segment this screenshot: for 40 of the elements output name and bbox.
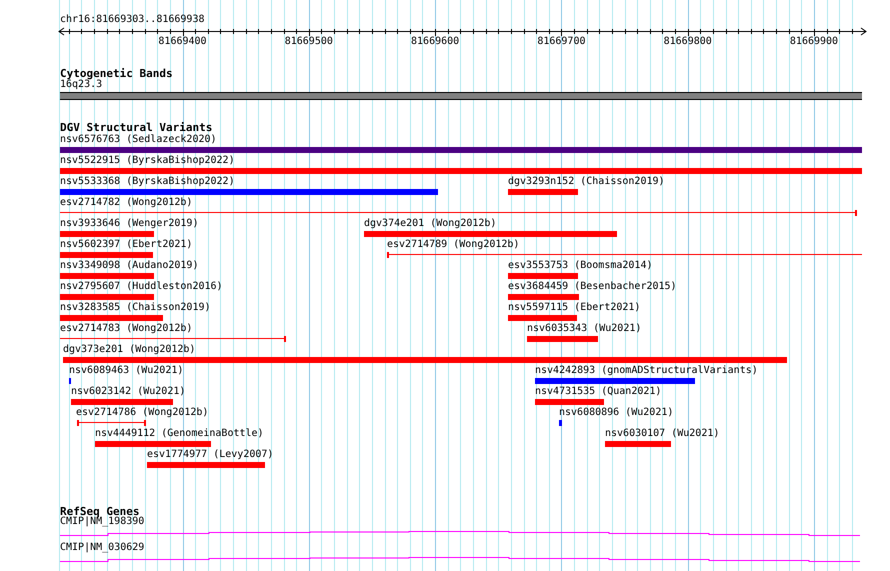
variant-label: esv2714786 (Wong2012b) xyxy=(76,407,208,419)
ruler-label: 81669800 xyxy=(664,36,712,48)
track-title: Cytogenetic Bands xyxy=(60,67,173,80)
band-label: 16q23.3 xyxy=(60,79,102,91)
variant-label: nsv6035343 (Wu2021) xyxy=(527,323,642,335)
variant-label: nsv6030107 (Wu2021) xyxy=(605,428,720,440)
variant-label: nsv6089463 (Wu2021) xyxy=(69,365,184,377)
track-title: DGV Structural Variants xyxy=(60,121,212,134)
variant-label: nsv5522915 (ByrskaBishop2022) xyxy=(60,155,235,167)
track-title: RefSeq Genes xyxy=(60,505,140,518)
variant-label: dgv373e201 (Wong2012b) xyxy=(63,344,196,356)
ruler-label: 81669600 xyxy=(411,36,460,48)
variant-label: esv2714782 (Wong2012b) xyxy=(60,197,192,209)
variant-label: nsv5602397 (Ebert2021) xyxy=(60,239,192,251)
variant-label: nsv4731535 (Quan2021) xyxy=(535,386,662,398)
variant-label: esv2714783 (Wong2012b) xyxy=(60,323,192,335)
variant-label: nsv6023142 (Wu2021) xyxy=(71,386,186,398)
variant-label: nsv3349098 (Audano2019) xyxy=(60,260,198,272)
variant-label: nsv3283585 (Chaisson2019) xyxy=(60,302,211,314)
variant-label: esv3553753 (Boomsma2014) xyxy=(508,260,652,272)
ruler-label: 81669700 xyxy=(537,36,586,48)
variant-label: nsv4449112 (GenomeinaBottle) xyxy=(95,428,264,440)
ruler-label: 81669500 xyxy=(284,36,333,48)
variant-label: nsv5597115 (Ebert2021) xyxy=(508,302,640,314)
ruler-label: 81669900 xyxy=(790,36,838,48)
variant-label: esv2714789 (Wong2012b) xyxy=(387,239,520,251)
gene-label: CMIP|NM_030629 xyxy=(60,542,144,554)
variant-label: nsv3933646 (Wenger2019) xyxy=(60,218,198,230)
variant-label: dgv3293n152 (Chaisson2019) xyxy=(508,176,665,188)
gene-label: CMIP|NM_198390 xyxy=(60,516,144,528)
variant-label: esv3684459 (Besenbacher2015) xyxy=(508,281,677,293)
variant-label: nsv2795607 (Huddleston2016) xyxy=(60,281,223,293)
variant-label: nsv6576763 (Sedlazeck2020) xyxy=(60,134,217,146)
variant-label: dgv374e201 (Wong2012b) xyxy=(364,218,496,230)
ruler-label: 81669400 xyxy=(158,36,207,48)
variant-label: esv1774977 (Levy2007) xyxy=(147,449,274,461)
variant-label: nsv4242893 (gnomADStructuralVariants) xyxy=(535,365,758,377)
variant-label: nsv6080896 (Wu2021) xyxy=(559,407,674,419)
location-label: chr16:81669303..81669938 xyxy=(60,14,204,26)
variant-label: nsv5533368 (ByrskaBishop2022) xyxy=(60,176,235,188)
